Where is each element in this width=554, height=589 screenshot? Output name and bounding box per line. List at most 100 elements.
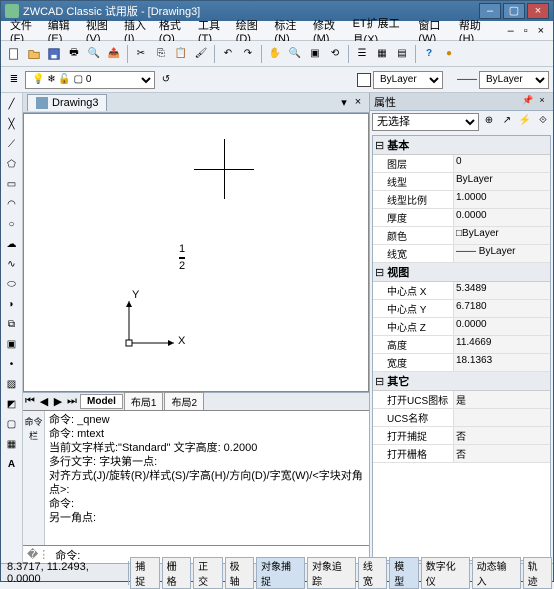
group-other[interactable]: 其它 <box>373 372 550 391</box>
spline-icon[interactable]: ∿ <box>3 255 21 273</box>
zoom-rt-icon[interactable]: 🔍 <box>286 45 304 63</box>
toolpal-icon[interactable]: ▤ <box>393 45 411 63</box>
copy-icon[interactable]: ⎘ <box>152 45 170 63</box>
designcenter-icon[interactable]: ▦ <box>373 45 391 63</box>
status-model[interactable]: 模型 <box>389 557 418 589</box>
panel-pin-icon[interactable]: 📌 <box>521 95 535 109</box>
arc-icon[interactable]: ◠ <box>3 195 21 213</box>
coordinates: 8.3717, 11.2493, 0.0000 <box>1 561 129 585</box>
status-dyn[interactable]: 动态输入 <box>472 557 521 589</box>
linetype-combo[interactable]: ByLayer <box>479 71 549 89</box>
ellipse-arc-icon[interactable]: ◗ <box>3 295 21 313</box>
status-lwt[interactable]: 线宽 <box>358 557 387 589</box>
prop-snap[interactable]: 否 <box>453 427 550 444</box>
child-minimize-button[interactable]: – <box>503 23 519 39</box>
publish-icon[interactable]: 📤 <box>105 45 123 63</box>
status-osnap[interactable]: 对象捕捉 <box>256 557 305 589</box>
layer-prev-icon[interactable]: ↺ <box>157 71 175 89</box>
selection-combo[interactable]: 无选择 <box>372 113 479 131</box>
redo-icon[interactable]: ↷ <box>239 45 257 63</box>
pan-icon[interactable]: ✋ <box>266 45 284 63</box>
tab-prev-icon[interactable]: ◀ <box>37 395 51 409</box>
layer-mgr-icon[interactable]: ≣ <box>5 71 23 89</box>
save-icon[interactable] <box>45 45 63 63</box>
color-combo[interactable]: ByLayer <box>373 71 443 89</box>
zoom-win-icon[interactable]: ▣ <box>306 45 324 63</box>
panel-close-icon[interactable]: × <box>535 95 549 109</box>
prop-grid[interactable]: 否 <box>453 445 550 462</box>
new-icon[interactable] <box>5 45 23 63</box>
line-icon[interactable]: ╱ <box>3 95 21 113</box>
tabs-dropdown-icon[interactable]: ▾ <box>337 96 351 110</box>
help-icon[interactable]: ? <box>420 45 438 63</box>
prop-height[interactable]: 11.4669 <box>453 336 550 353</box>
revcloud-icon[interactable]: ☁ <box>3 235 21 253</box>
zoom-prev-icon[interactable]: ⟲ <box>326 45 344 63</box>
drawing-canvas[interactable]: 1 2 X Y <box>23 113 369 392</box>
xline-icon[interactable]: ╳ <box>3 115 21 133</box>
group-basic[interactable]: 基本 <box>373 136 550 155</box>
status-track[interactable]: 轨迹 <box>523 557 552 589</box>
layer-combo[interactable]: 💡 ❄ 🔓 ▢ 0 <box>25 71 155 89</box>
prop-cx[interactable]: 5.3489 <box>453 282 550 299</box>
rect-icon[interactable]: ▭ <box>3 175 21 193</box>
point-icon[interactable]: • <box>3 355 21 373</box>
prop-tool-icon[interactable]: ⟐ <box>535 114 551 130</box>
prop-ltscale[interactable]: 1.0000 <box>453 191 550 208</box>
prop-cy[interactable]: 6.7180 <box>453 300 550 317</box>
prop-thickness[interactable]: 0.0000 <box>453 209 550 226</box>
tab-layout1[interactable]: 布局1 <box>124 392 164 411</box>
quickselect-icon[interactable]: ⚡ <box>517 114 533 130</box>
insert-icon[interactable]: ⧉ <box>3 315 21 333</box>
prop-color[interactable]: □ByLayer <box>453 227 550 244</box>
prop-lineweight[interactable]: —— ByLayer <box>453 245 550 262</box>
tab-model[interactable]: Model <box>80 394 123 409</box>
prop-linetype[interactable]: ByLayer <box>453 173 550 190</box>
prop-ucsicon[interactable]: 是 <box>453 391 550 408</box>
status-snap[interactable]: 捕捉 <box>130 557 159 589</box>
prop-layer[interactable]: 0 <box>453 155 550 172</box>
print-icon[interactable]: 🖶 <box>65 45 83 63</box>
status-tablet[interactable]: 数字化仪 <box>421 557 470 589</box>
status-otrack[interactable]: 对象追踪 <box>307 557 356 589</box>
prop-width[interactable]: 18.1363 <box>453 354 550 371</box>
tab-last-icon[interactable]: ⏭ <box>65 395 79 409</box>
child-restore-button[interactable]: ▫ <box>519 23 533 39</box>
polygon-icon[interactable]: ⬠ <box>3 155 21 173</box>
pickadd-icon[interactable]: ⊕ <box>481 114 497 130</box>
tab-layout2[interactable]: 布局2 <box>164 392 204 411</box>
tabs-close-icon[interactable]: × <box>351 96 365 110</box>
match-icon[interactable]: 🖌 <box>192 45 210 63</box>
status-grid[interactable]: 栅格 <box>162 557 191 589</box>
hatch-icon[interactable]: ▨ <box>3 375 21 393</box>
tab-first-icon[interactable]: ⏮ <box>23 395 37 409</box>
cut-icon[interactable]: ✂ <box>132 45 150 63</box>
preview-icon[interactable]: 🔍 <box>85 45 103 63</box>
color-swatch[interactable] <box>357 73 371 87</box>
tab-next-icon[interactable]: ▶ <box>51 395 65 409</box>
paste-icon[interactable]: 📋 <box>172 45 190 63</box>
select-obj-icon[interactable]: ↗ <box>499 114 515 130</box>
tab-drawing3[interactable]: Drawing3 <box>27 94 107 111</box>
status-ortho[interactable]: 正交 <box>193 557 222 589</box>
close-button[interactable]: × <box>527 3 549 19</box>
open-icon[interactable] <box>25 45 43 63</box>
maximize-button[interactable]: ▢ <box>503 3 525 19</box>
mtext-icon[interactable]: A <box>3 455 21 473</box>
region-icon[interactable]: ▢ <box>3 415 21 433</box>
gradient-icon[interactable]: ◩ <box>3 395 21 413</box>
ellipse-icon[interactable]: ⬭ <box>3 275 21 293</box>
table-icon[interactable]: ▦ <box>3 435 21 453</box>
circle-icon[interactable]: ○ <box>3 215 21 233</box>
info-icon[interactable]: ● <box>440 45 458 63</box>
undo-icon[interactable]: ↶ <box>219 45 237 63</box>
cmd-side-handle[interactable]: �⋮ <box>27 548 49 561</box>
pline-icon[interactable]: ⟋ <box>3 135 21 153</box>
group-view[interactable]: 视图 <box>373 263 550 282</box>
prop-ucsname[interactable] <box>453 409 550 426</box>
block-icon[interactable]: ▣ <box>3 335 21 353</box>
child-close-button[interactable]: × <box>533 23 549 39</box>
status-polar[interactable]: 极轴 <box>225 557 254 589</box>
properties-icon[interactable]: ☰ <box>353 45 371 63</box>
prop-cz[interactable]: 0.0000 <box>453 318 550 335</box>
